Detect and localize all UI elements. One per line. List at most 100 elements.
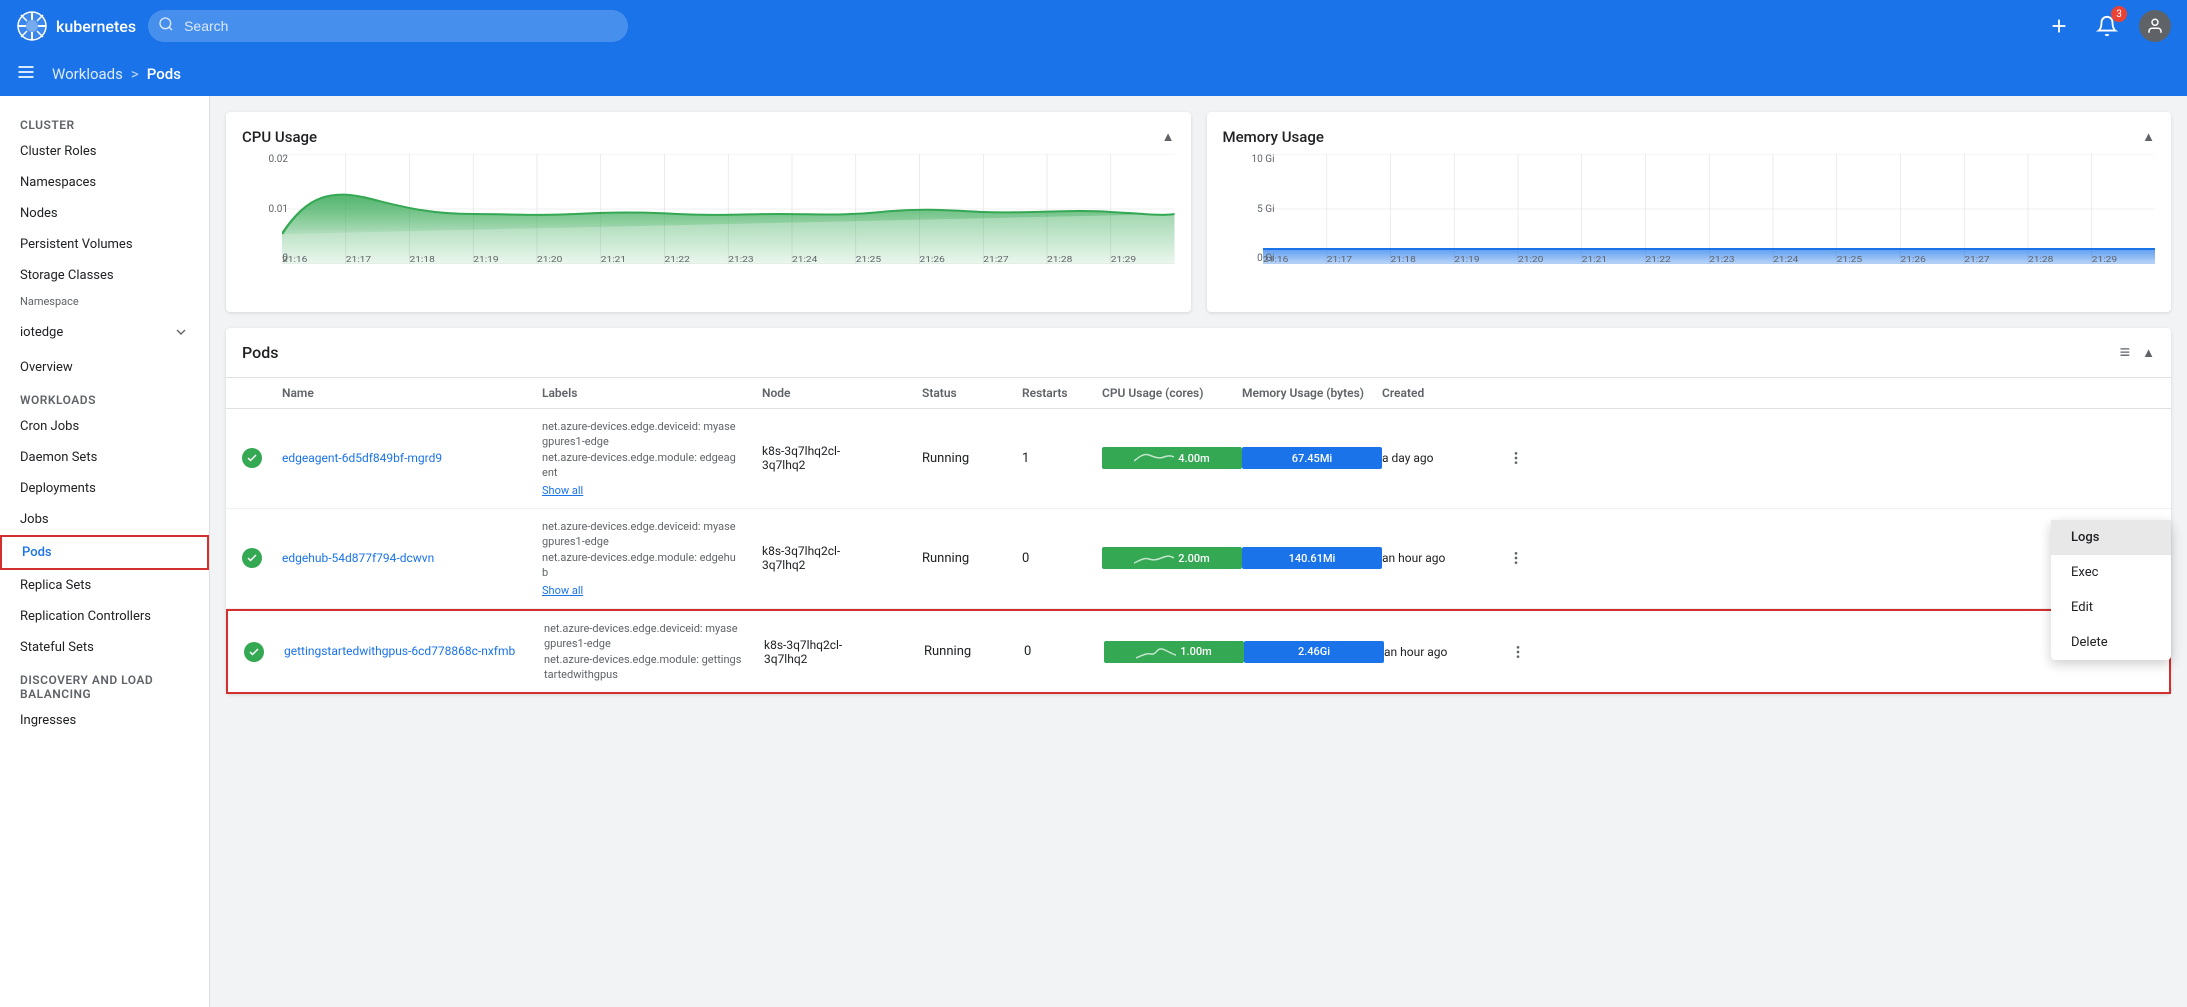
row1-show-all-link[interactable]: Show all: [542, 483, 762, 498]
notification-badge: 3: [2111, 6, 2127, 22]
cpu-chart-title: CPU Usage: [242, 128, 317, 146]
col-restarts: Restarts: [1022, 386, 1102, 400]
row3-cpu-sparkline: [1136, 643, 1176, 661]
row1-node: k8s-3q7lhq2cl-3q7lhq2: [762, 444, 922, 472]
row2-restarts: 0: [1022, 551, 1102, 566]
notification-button[interactable]: 3: [2091, 10, 2123, 42]
row1-cpu: 4.00m: [1102, 447, 1242, 469]
filter-icon[interactable]: ≡: [2120, 342, 2131, 363]
sidebar-label-replica-sets: Replica Sets: [20, 578, 91, 593]
row3-status-running-dot: [244, 642, 264, 662]
add-button[interactable]: [2043, 10, 2075, 42]
row3-more-button[interactable]: [1504, 638, 1532, 666]
row3-created: an hour ago: [1384, 645, 1504, 659]
sidebar-item-daemon-sets[interactable]: Daemon Sets: [0, 442, 209, 473]
sidebar-workloads-section: Workloads: [0, 383, 209, 411]
row2-cpu-bar: 2.00m: [1102, 547, 1242, 569]
breadcrumb-separator: >: [131, 65, 139, 83]
svg-text:21:28: 21:28: [1047, 256, 1072, 264]
svg-text:21:18: 21:18: [410, 256, 435, 264]
breadcrumb-bar: Workloads > Pods: [0, 52, 2187, 96]
sidebar-item-jobs[interactable]: Jobs: [0, 504, 209, 535]
pods-title: Pods: [242, 343, 278, 362]
sidebar-item-persistent-volumes[interactable]: Persistent Volumes: [0, 229, 209, 260]
svg-text:21:22: 21:22: [1645, 256, 1670, 264]
namespace-value: iotedge: [20, 325, 63, 340]
sidebar-label-storage-classes: Storage Classes: [20, 268, 114, 283]
svg-text:21:27: 21:27: [983, 256, 1008, 264]
topbar-actions: 3: [2043, 10, 2171, 42]
sidebar-label-ingresses: Ingresses: [20, 713, 76, 728]
row2-mem-bar: 140.61Mi: [1242, 547, 1382, 569]
row3-name-link[interactable]: gettingstartedwithgpus-6cd778868c-nxfmb: [284, 644, 515, 658]
row3-mem-bar: 2.46Gi: [1244, 641, 1384, 663]
hamburger-menu-icon[interactable]: [16, 62, 36, 86]
context-menu-edit[interactable]: Edit: [2051, 590, 2171, 625]
namespace-selector[interactable]: iotedge: [0, 316, 209, 348]
svg-text:21:26: 21:26: [919, 256, 944, 264]
row1-more-button[interactable]: [1502, 444, 1530, 472]
sidebar-item-deployments[interactable]: Deployments: [0, 473, 209, 504]
sidebar-item-cluster-roles[interactable]: Cluster Roles: [0, 136, 209, 167]
row3-restarts: 0: [1024, 644, 1104, 659]
svg-text:21:21: 21:21: [1581, 256, 1606, 264]
sidebar-item-stateful-sets[interactable]: Stateful Sets: [0, 632, 209, 663]
svg-text:21:18: 21:18: [1390, 256, 1415, 264]
sidebar-item-cron-jobs[interactable]: Cron Jobs: [0, 411, 209, 442]
row2-name-link[interactable]: edgehub-54d877f794-dcwvn: [282, 551, 434, 565]
memory-chart-area: 10 Gi 5 Gi 0 Gi: [1223, 154, 2156, 284]
memory-chart-collapse-button[interactable]: ▲: [2142, 129, 2155, 145]
svg-text:21:26: 21:26: [1900, 256, 1925, 264]
col-cpu: CPU Usage (cores): [1102, 386, 1242, 400]
context-menu-exec[interactable]: Exec: [2051, 555, 2171, 590]
search-icon: [158, 16, 174, 36]
sidebar-item-overview[interactable]: Overview: [0, 352, 209, 383]
cpu-y-axis: 0.02 0.01 0: [258, 154, 288, 264]
app-logo[interactable]: kubernetes: [16, 10, 136, 42]
row2-more-button[interactable]: [1502, 544, 1530, 572]
svg-text:21:17: 21:17: [346, 256, 371, 264]
context-menu-logs[interactable]: Logs: [2051, 520, 2171, 555]
sidebar-item-namespaces[interactable]: Namespaces: [0, 167, 209, 198]
memory-chart-card: Memory Usage ▲ 10 Gi 5 Gi 0 Gi: [1207, 112, 2172, 312]
svg-text:21:20: 21:20: [1518, 256, 1543, 264]
svg-text:21:24: 21:24: [792, 256, 817, 264]
sidebar-item-ingresses[interactable]: Ingresses: [0, 705, 209, 736]
row1-status: Running: [922, 451, 1022, 466]
table-row: edgehub-54d877f794-dcwvn net.azure-devic…: [226, 509, 2171, 609]
context-menu-delete[interactable]: Delete: [2051, 625, 2171, 660]
sidebar-item-nodes[interactable]: Nodes: [0, 198, 209, 229]
search-input[interactable]: [148, 10, 628, 42]
sidebar-item-storage-classes[interactable]: Storage Classes: [0, 260, 209, 291]
user-avatar[interactable]: [2139, 10, 2171, 42]
row1-name: edgeagent-6d5df849bf-mgrd9: [282, 451, 542, 466]
row3-cpu-value: 1.00m: [1180, 645, 1211, 658]
row2-show-all-link[interactable]: Show all: [542, 583, 762, 598]
svg-text:21:25: 21:25: [856, 256, 881, 264]
pods-collapse-icon[interactable]: ▲: [2142, 345, 2155, 361]
sidebar-label-replication-controllers: Replication Controllers: [20, 609, 151, 624]
sidebar-label-cluster-roles: Cluster Roles: [20, 144, 96, 159]
sidebar-item-replication-controllers[interactable]: Replication Controllers: [0, 601, 209, 632]
row3-labels: net.azure-devices.edge.deviceid: myasegp…: [544, 621, 764, 683]
sidebar-item-replica-sets[interactable]: Replica Sets: [0, 570, 209, 601]
memory-chart-title: Memory Usage: [1223, 128, 1324, 146]
pods-header: Pods ≡ ▲: [226, 328, 2171, 378]
sidebar-cluster-section: Cluster: [0, 108, 209, 136]
pods-card: Pods ≡ ▲ Name Labels Node Status Restart…: [226, 328, 2171, 694]
table-row: gettingstartedwithgpus-6cd778868c-nxfmb …: [226, 609, 2171, 695]
svg-text:21:24: 21:24: [1773, 256, 1798, 264]
sidebar-discovery-section: Discovery and Load Balancing: [0, 663, 209, 705]
row2-created: an hour ago: [1382, 551, 1502, 565]
sidebar-item-pods[interactable]: Pods: [0, 535, 209, 570]
row1-name-link[interactable]: edgeagent-6d5df849bf-mgrd9: [282, 451, 442, 465]
row3-node: k8s-3q7lhq2cl-3q7lhq2: [764, 638, 924, 666]
col-created: Created: [1382, 386, 1502, 400]
chevron-down-icon: [173, 324, 189, 340]
cpu-chart-collapse-button[interactable]: ▲: [1162, 129, 1175, 145]
col-labels: Labels: [542, 386, 762, 400]
app-name-label: kubernetes: [56, 17, 136, 36]
cpu-chart-header: CPU Usage ▲: [242, 128, 1175, 146]
topbar: kubernetes 3: [0, 0, 2187, 52]
breadcrumb-workloads[interactable]: Workloads: [52, 65, 123, 83]
